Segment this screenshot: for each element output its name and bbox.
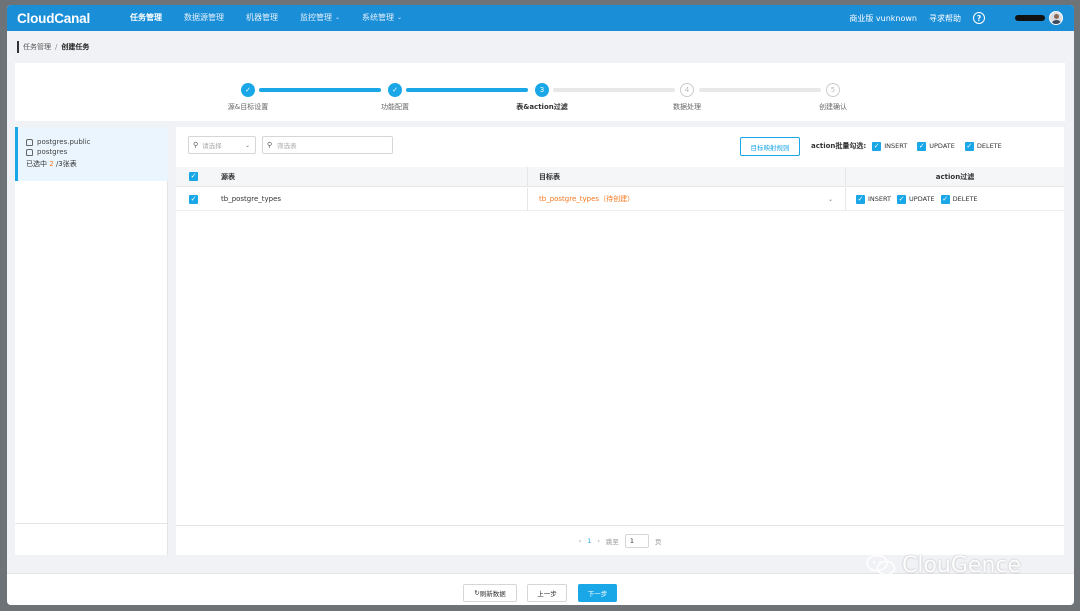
next-page-icon[interactable]: › [597,537,600,545]
check-icon: ✓ [940,194,950,204]
step-2-check-icon: ✓ [388,83,402,97]
step-connector-1 [259,88,381,92]
database-item[interactable]: postgres.public postgres 已选中 2 /3张表 [15,127,168,181]
help-link[interactable]: 寻求帮助 [929,13,961,24]
batch-insert-checkbox[interactable]: ✓ INSERT [872,141,907,151]
next-step-button[interactable]: 下一步 [578,584,617,602]
nav-task-management[interactable]: 任务管理 [119,5,173,31]
watermark-text: ClouGence [902,552,1022,578]
row-checkbox[interactable]: ✓ [176,194,221,204]
nav-system-management[interactable]: 系统管理 ⌄ [351,5,413,31]
table-row: ✓ tb_postgre_types tb_postgre_types（待创建）… [176,188,1064,211]
row-insert-checkbox[interactable]: ✓ INSERT [856,194,891,204]
check-icon: ✓ [189,172,198,181]
step-4-number: 4 [680,83,694,97]
select-all-checkbox[interactable]: ✓ [176,172,221,181]
schema-name: postgres.public [37,138,91,146]
database-row: postgres [26,148,168,156]
source-table-name: tb_postgre_types [221,195,282,203]
app-window: CloudCanal 任务管理 数据源管理 机器管理 监控管理 ⌄ 系统管理 ⌄ 商… [7,5,1074,605]
selected-count: 已选中 2 /3张表 [26,160,77,168]
breadcrumb-parent[interactable]: 任务管理 [23,42,51,52]
step-progress: ✓ ✓ 3 4 5 源&目标设置 功能配置 表&action过滤 数据处理 创建… [15,63,1065,121]
step-5-number: 5 [826,83,840,97]
jump-page-input[interactable]: 1 [624,533,649,548]
step-1-check-icon: ✓ [241,83,255,97]
check-icon: ✓ [189,194,198,204]
batch-action-label: action批量勾选: [811,142,867,150]
nav-monitor-management[interactable]: 监控管理 ⌄ [289,5,351,31]
left-panel-divider [15,523,168,524]
check-icon: ✓ [872,141,882,151]
header-target-table: 目标表 [527,167,845,186]
table-search-input[interactable]: ⚲ 筛选表 [262,136,393,154]
step-connector-2 [406,88,528,92]
top-nav-bar: CloudCanal 任务管理 数据源管理 机器管理 监控管理 ⌄ 系统管理 ⌄ 商… [7,5,1074,31]
step-4-label: 数据处理 [673,103,701,111]
header-action-filter: action过滤 [845,167,1064,186]
row-delete-checkbox[interactable]: ✓ DELETE [940,194,978,204]
nav-machine-management[interactable]: 机器管理 [235,5,289,31]
previous-step-button[interactable]: 上一步 [527,584,567,602]
table-header: ✓ 源表 目标表 action过滤 [176,167,1064,187]
check-icon: ✓ [856,194,865,204]
schema-row: postgres.public [26,138,168,146]
check-icon: ✓ [917,141,927,151]
batch-action-select: action批量勾选: ✓ INSERT ✓ UPDATE ✓ DELETE [811,139,1008,153]
breadcrumb-separator: / [55,43,58,51]
check-icon: ✓ [897,194,907,204]
redacted-username [1015,15,1045,21]
step-3-number: 3 [535,83,549,97]
target-table-select[interactable]: tb_postgre_types（待创建） ⌄ [527,188,845,210]
chevron-down-icon: ⌄ [244,141,250,149]
jump-label: 跳至 [605,537,619,546]
batch-update-checkbox[interactable]: ✓ UPDATE [917,141,955,151]
step-3-label: 表&action过滤 [516,103,568,111]
batch-delete-checkbox[interactable]: ✓ DELETE [964,141,1002,151]
avatar[interactable] [1049,11,1063,25]
row-update-checkbox[interactable]: ✓ UPDATE [897,194,935,204]
breadcrumb: 任务管理 / 创建任务 [17,41,89,53]
header-source-table: 源表 [221,172,235,181]
search-icon: ⚲ [193,141,199,149]
table-filter-panel: ⚲ 请选择 ⌄ ⚲ 筛选表 目标映射规则 action批量勾选: ✓ INSERT… [176,127,1064,555]
breadcrumb-current: 创建任务 [61,43,90,51]
chevron-down-icon: ⌄ [397,14,403,21]
page-suffix: 页 [654,537,662,546]
nav-datasource-management[interactable]: 数据源管理 [173,5,235,31]
page-number[interactable]: 1 [587,537,591,545]
header-right: 商业版 vunknown 寻求帮助 ? [849,5,1074,31]
refresh-data-button[interactable]: ↻ 刷新数据 [463,584,517,602]
step-2-label: 功能配置 [381,103,409,111]
step-connector-3 [553,88,675,92]
prev-page-icon[interactable]: ‹ [579,537,582,545]
target-table-name: tb_postgre_types（待创建） [539,195,635,203]
chevron-down-icon: ⌄ [335,14,341,21]
app-logo[interactable]: CloudCanal [17,11,119,26]
main-nav: 任务管理 数据源管理 机器管理 监控管理 ⌄ 系统管理 ⌄ [119,5,413,31]
db-select[interactable]: ⚲ 请选择 ⌄ [188,136,256,154]
database-tree-panel: postgres.public postgres 已选中 2 /3张表 [15,127,168,555]
row-action-filters: ✓ INSERT ✓ UPDATE ✓ DELETE [845,188,1064,210]
database-name: postgres [37,148,68,156]
step-connector-4 [699,88,821,92]
database-icon [26,138,33,146]
step-5-label: 创建确认 [819,103,847,111]
database-icon [26,148,33,156]
wechat-icon [866,554,896,576]
search-icon: ⚲ [267,141,273,149]
edition-label: 商业版 vunknown [849,13,917,23]
step-1-label: 源&目标设置 [227,103,269,111]
chevron-down-icon: ⌄ [827,195,833,203]
help-circle-icon[interactable]: ? [973,12,985,24]
filter-bar: ⚲ 请选择 ⌄ ⚲ 筛选表 目标映射规则 action批量勾选: ✓ INSERT… [176,127,1064,165]
pagination: ‹ 1 › 跳至 1 页 [176,525,1064,555]
watermark: ClouGence [866,552,1021,578]
target-mapping-rule-button[interactable]: 目标映射规则 [740,137,800,156]
check-icon: ✓ [964,141,974,151]
